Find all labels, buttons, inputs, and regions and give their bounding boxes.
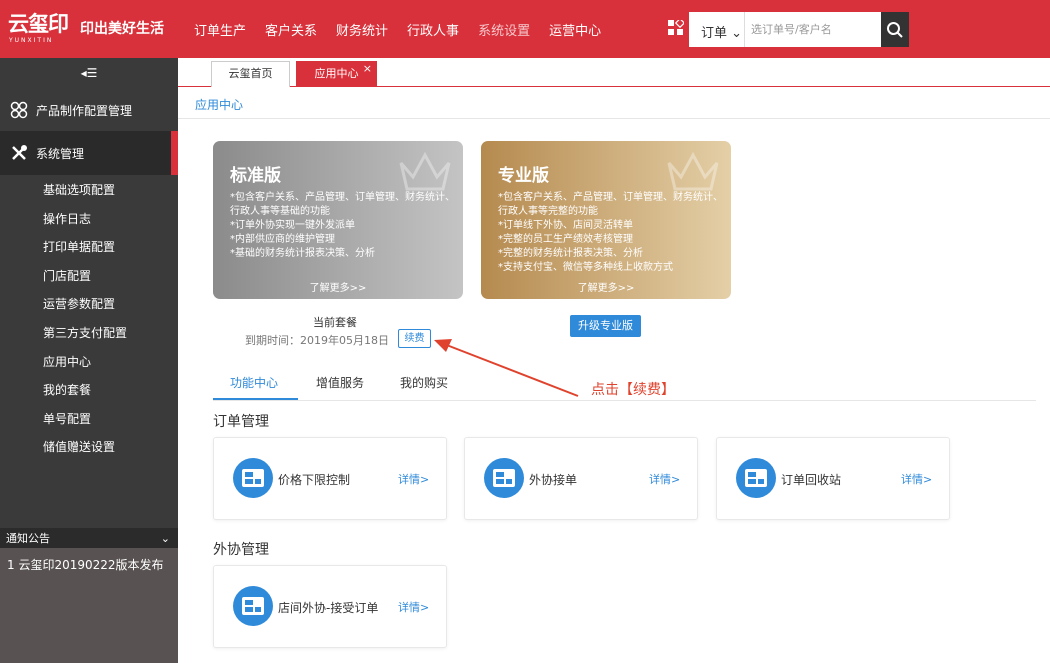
- plan-feature: *内部供应商的维护管理: [230, 234, 335, 245]
- tools-icon: [12, 145, 27, 160]
- feature-card-label: 订单回收站: [781, 473, 842, 487]
- expire-date: 到期时间：2019年05月18日: [245, 334, 389, 347]
- nav-item-order-production[interactable]: 订单生产: [194, 20, 246, 39]
- tab-label: 云玺首页: [228, 67, 273, 80]
- nav-item-operations-center[interactable]: 运营中心: [549, 20, 601, 39]
- plan-card-standard[interactable]: 标准版 *包含客户关系、产品管理、订单管理、财务统计、行政人事等基础的功能 *订…: [213, 141, 463, 299]
- sidebar-group-label: 系统管理: [36, 146, 85, 161]
- sidebar-submenu: 基础选项配置 操作日志 打印单据配置 门店配置 运营参数配置 第三方支付配置 应…: [0, 176, 178, 462]
- crown-icon: [667, 151, 719, 191]
- plan-feature: *包含客户关系、产品管理、订单管理、财务统计、行政人事等完整的功能: [498, 192, 723, 217]
- tab-label: 应用中心: [314, 67, 359, 80]
- details-link[interactable]: 详情>: [649, 471, 680, 487]
- search-type-label: 订单: [701, 26, 728, 41]
- chevron-down-icon: ⌄: [731, 26, 743, 41]
- search-type-select[interactable]: 订单 ⌄: [701, 22, 742, 41]
- feature-card-label: 店间外协-接受订单: [278, 601, 379, 615]
- logo-text: 云玺印: [8, 12, 69, 36]
- close-icon[interactable]: ×: [363, 57, 372, 81]
- sidebar-item-basic-options[interactable]: 基础选项配置: [0, 176, 178, 205]
- learn-more-link[interactable]: 了解更多>>: [213, 279, 463, 294]
- tab-app-center[interactable]: 应用中心 ×: [296, 61, 377, 87]
- feature-card[interactable]: 外协接单 详情>: [464, 437, 698, 520]
- sidebar-item-store-config[interactable]: 门店配置: [0, 262, 178, 291]
- logo[interactable]: 云玺印 YUNXITIN: [8, 12, 74, 44]
- sidebar-item-third-party-payment[interactable]: 第三方支付配置: [0, 319, 178, 348]
- link-icon: [10, 101, 28, 119]
- sidebar-item-number-config[interactable]: 单号配置: [0, 405, 178, 434]
- notice-item[interactable]: 1 云玺印20190222版本发布: [0, 548, 178, 573]
- app-root: 云玺印 YUNXITIN 印出美好生活 订单生产 客户关系 财务统计 行政人事 …: [0, 0, 1050, 663]
- plan-feature: *基础的财务统计报表决策、分析: [230, 248, 375, 259]
- notice-header[interactable]: 通知公告 ⌄: [0, 528, 178, 548]
- page-tab-bar: 云玺首页 应用中心 ×: [178, 58, 1050, 87]
- section-title: 订单管理: [213, 414, 269, 430]
- tab-function-center[interactable]: 功能中心: [230, 374, 278, 391]
- plan-title: 标准版: [230, 166, 281, 186]
- details-link[interactable]: 详情>: [398, 599, 429, 615]
- feature-card[interactable]: 订单回收站 详情>: [716, 437, 950, 520]
- sidebar-item-operation-log[interactable]: 操作日志: [0, 205, 178, 234]
- feature-card-label: 价格下限控制: [278, 473, 351, 487]
- feature-card[interactable]: 价格下限控制 详情>: [213, 437, 447, 520]
- sidebar-collapse-toggle[interactable]: ◂☰: [0, 58, 178, 88]
- sidebar-group-system-management[interactable]: 系统管理: [0, 131, 178, 175]
- tab-value-added-services[interactable]: 增值服务: [316, 374, 364, 391]
- learn-more-link[interactable]: 了解更多>>: [481, 279, 731, 294]
- search-divider: [744, 12, 745, 47]
- plan-title: 专业版: [498, 166, 549, 186]
- plan-feature: *包含客户关系、产品管理、订单管理、财务统计、行政人事等基础的功能: [230, 192, 455, 217]
- chevron-down-icon: ⌄: [160, 531, 170, 545]
- sidebar-item-app-center[interactable]: 应用中心: [0, 348, 178, 377]
- sidebar-group-label: 产品制作配置管理: [36, 103, 133, 118]
- search-box: 订单 ⌄: [689, 12, 909, 47]
- section-title: 外协管理: [213, 542, 269, 558]
- details-link[interactable]: 详情>: [901, 471, 932, 487]
- app-module-icon: [736, 458, 776, 498]
- feature-card[interactable]: 店间外协-接受订单 详情>: [213, 565, 447, 648]
- nav-item-finance-stats[interactable]: 财务统计: [336, 20, 388, 39]
- sidebar-item-print-docs[interactable]: 打印单据配置: [0, 233, 178, 262]
- tab-my-purchases[interactable]: 我的购买: [400, 374, 448, 391]
- breadcrumb[interactable]: 应用中心: [195, 96, 243, 113]
- plan-feature: *订单线下外协、店间灵活转单: [498, 220, 633, 231]
- sidebar: ◂☰ 产品制作配置管理 系统管理 基础选项配置 操作日志 打印单据配置 门店配置…: [0, 58, 178, 663]
- sidebar-item-operation-params[interactable]: 运营参数配置: [0, 290, 178, 319]
- function-tabs: 功能中心 增值服务 我的购买: [213, 366, 1036, 401]
- renew-button[interactable]: 续费: [398, 329, 431, 348]
- notice-title: 通知公告: [6, 532, 50, 545]
- plan-card-professional[interactable]: 专业版 *包含客户关系、产品管理、订单管理、财务统计、行政人事等完整的功能 *订…: [481, 141, 731, 299]
- plan-feature: *支持支付宝、微信等多种线上收款方式: [498, 262, 673, 273]
- app-module-icon: [484, 458, 524, 498]
- details-link[interactable]: 详情>: [398, 471, 429, 487]
- plan-feature: *订单外协实现一键外发派单: [230, 220, 355, 231]
- feature-card-label: 外协接单: [529, 473, 578, 487]
- tab-home[interactable]: 云玺首页: [211, 61, 290, 87]
- nav-item-system-settings[interactable]: 系统设置: [478, 20, 530, 39]
- top-bar: 云玺印 YUNXITIN 印出美好生活 订单生产 客户关系 财务统计 行政人事 …: [0, 0, 1050, 58]
- search-icon: [887, 21, 903, 38]
- crown-icon: [399, 151, 451, 191]
- search-input[interactable]: [751, 12, 881, 47]
- sidebar-item-stored-value-gift[interactable]: 储值赠送设置: [0, 433, 178, 462]
- notice-panel: 通知公告 ⌄ 1 云玺印20190222版本发布: [0, 528, 178, 663]
- plan-description: *包含客户关系、产品管理、订单管理、财务统计、行政人事等完整的功能 *订单线下外…: [498, 191, 723, 275]
- search-button[interactable]: [881, 12, 909, 47]
- divider: [178, 118, 1050, 119]
- apps-grid-icon[interactable]: [668, 20, 684, 36]
- main-nav: 订单生产 客户关系 财务统计 行政人事 系统设置 运营中心: [194, 0, 620, 58]
- app-module-icon: [233, 586, 273, 626]
- plan-feature: *完整的员工生产绩效考核管理: [498, 234, 633, 245]
- nav-item-admin-hr[interactable]: 行政人事: [407, 20, 459, 39]
- sidebar-item-my-plan[interactable]: 我的套餐: [0, 376, 178, 405]
- active-tab-indicator: [213, 398, 298, 400]
- slogan: 印出美好生活: [80, 21, 164, 37]
- plan-feature: *完整的财务统计报表决策、分析: [498, 248, 643, 259]
- nav-item-customer-relations[interactable]: 客户关系: [265, 20, 317, 39]
- current-plan-label: 当前套餐: [313, 316, 357, 329]
- app-module-icon: [233, 458, 273, 498]
- plan-description: *包含客户关系、产品管理、订单管理、财务统计、行政人事等基础的功能 *订单外协实…: [230, 191, 455, 261]
- sidebar-group-product-config[interactable]: 产品制作配置管理: [0, 88, 178, 132]
- logo-subtext: YUNXITIN: [9, 37, 54, 44]
